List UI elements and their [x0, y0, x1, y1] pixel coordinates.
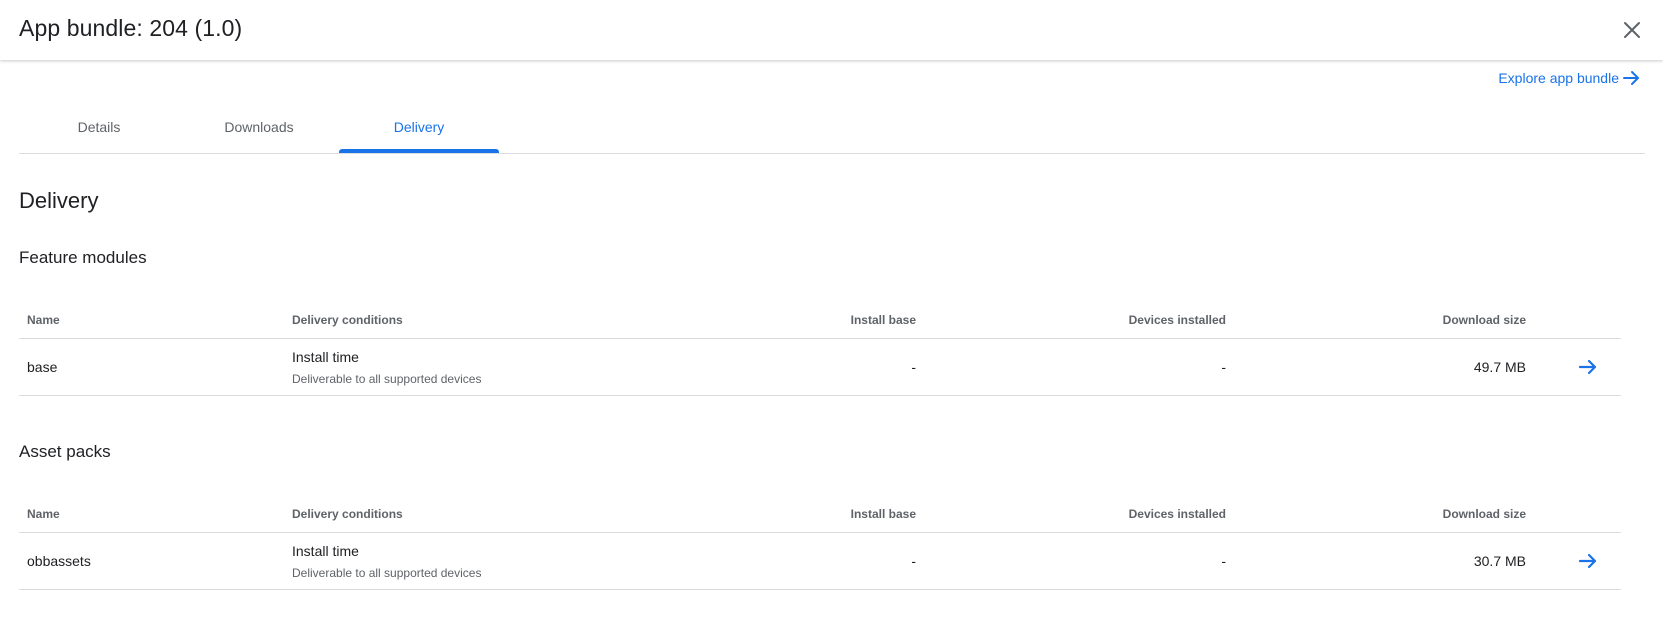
feature-modules-table: Name Delivery conditions Install base De… — [19, 300, 1621, 396]
table-header: Name Delivery conditions Install base De… — [19, 494, 1621, 533]
page-title: Delivery — [19, 188, 99, 213]
tab-delivery[interactable]: Delivery — [339, 112, 499, 153]
install-base-value: - — [911, 553, 916, 569]
download-size-value: 49.7 MB — [1473, 359, 1526, 375]
table-header: Name Delivery conditions Install base De… — [19, 300, 1621, 339]
column-header-download-size: Download size — [1442, 313, 1526, 327]
install-base-value: - — [911, 359, 916, 375]
column-header-name: Name — [27, 313, 60, 327]
column-header-devices-installed: Devices installed — [1128, 507, 1226, 521]
tab-downloads[interactable]: Downloads — [179, 112, 339, 153]
arrow-right-icon[interactable] — [1577, 356, 1599, 378]
column-header-install-base: Install base — [850, 313, 916, 327]
delivery-condition-detail: Deliverable to all supported devices — [292, 566, 482, 580]
asset-packs-table: Name Delivery conditions Install base De… — [19, 494, 1621, 590]
column-header-download-size: Download size — [1442, 507, 1526, 521]
tab-details[interactable]: Details — [19, 112, 179, 153]
active-tab-indicator — [339, 149, 499, 153]
delivery-condition-detail: Deliverable to all supported devices — [292, 372, 482, 386]
feature-modules-title: Feature modules — [19, 248, 147, 267]
dialog-title: App bundle: 204 (1.0) — [19, 15, 243, 41]
column-header-name: Name — [27, 507, 60, 521]
delivery-condition: Install time — [292, 543, 359, 559]
devices-installed-value: - — [1221, 553, 1226, 569]
explore-link-label: Explore app bundle — [1498, 70, 1619, 86]
asset-packs-title: Asset packs — [19, 442, 111, 461]
delivery-condition: Install time — [292, 349, 359, 365]
column-header-devices-installed: Devices installed — [1128, 313, 1226, 327]
tab-bar: Details Downloads Delivery — [19, 112, 1645, 154]
arrow-right-icon[interactable] — [1577, 550, 1599, 572]
table-row[interactable]: base Install time Deliverable to all sup… — [19, 339, 1621, 396]
table-row[interactable]: obbassets Install time Deliverable to al… — [19, 533, 1621, 590]
close-button[interactable] — [1618, 16, 1646, 44]
dialog-header: App bundle: 204 (1.0) — [0, 0, 1663, 60]
download-size-value: 30.7 MB — [1473, 553, 1526, 569]
close-icon — [1624, 22, 1640, 38]
column-header-delivery-conditions: Delivery conditions — [292, 507, 403, 521]
column-header-install-base: Install base — [850, 507, 916, 521]
column-header-delivery-conditions: Delivery conditions — [292, 313, 403, 327]
asset-pack-name: obbassets — [27, 553, 91, 569]
devices-installed-value: - — [1221, 359, 1226, 375]
arrow-right-icon — [1623, 71, 1639, 85]
module-name: base — [27, 359, 58, 375]
explore-app-bundle-link[interactable]: Explore app bundle — [1498, 70, 1641, 86]
